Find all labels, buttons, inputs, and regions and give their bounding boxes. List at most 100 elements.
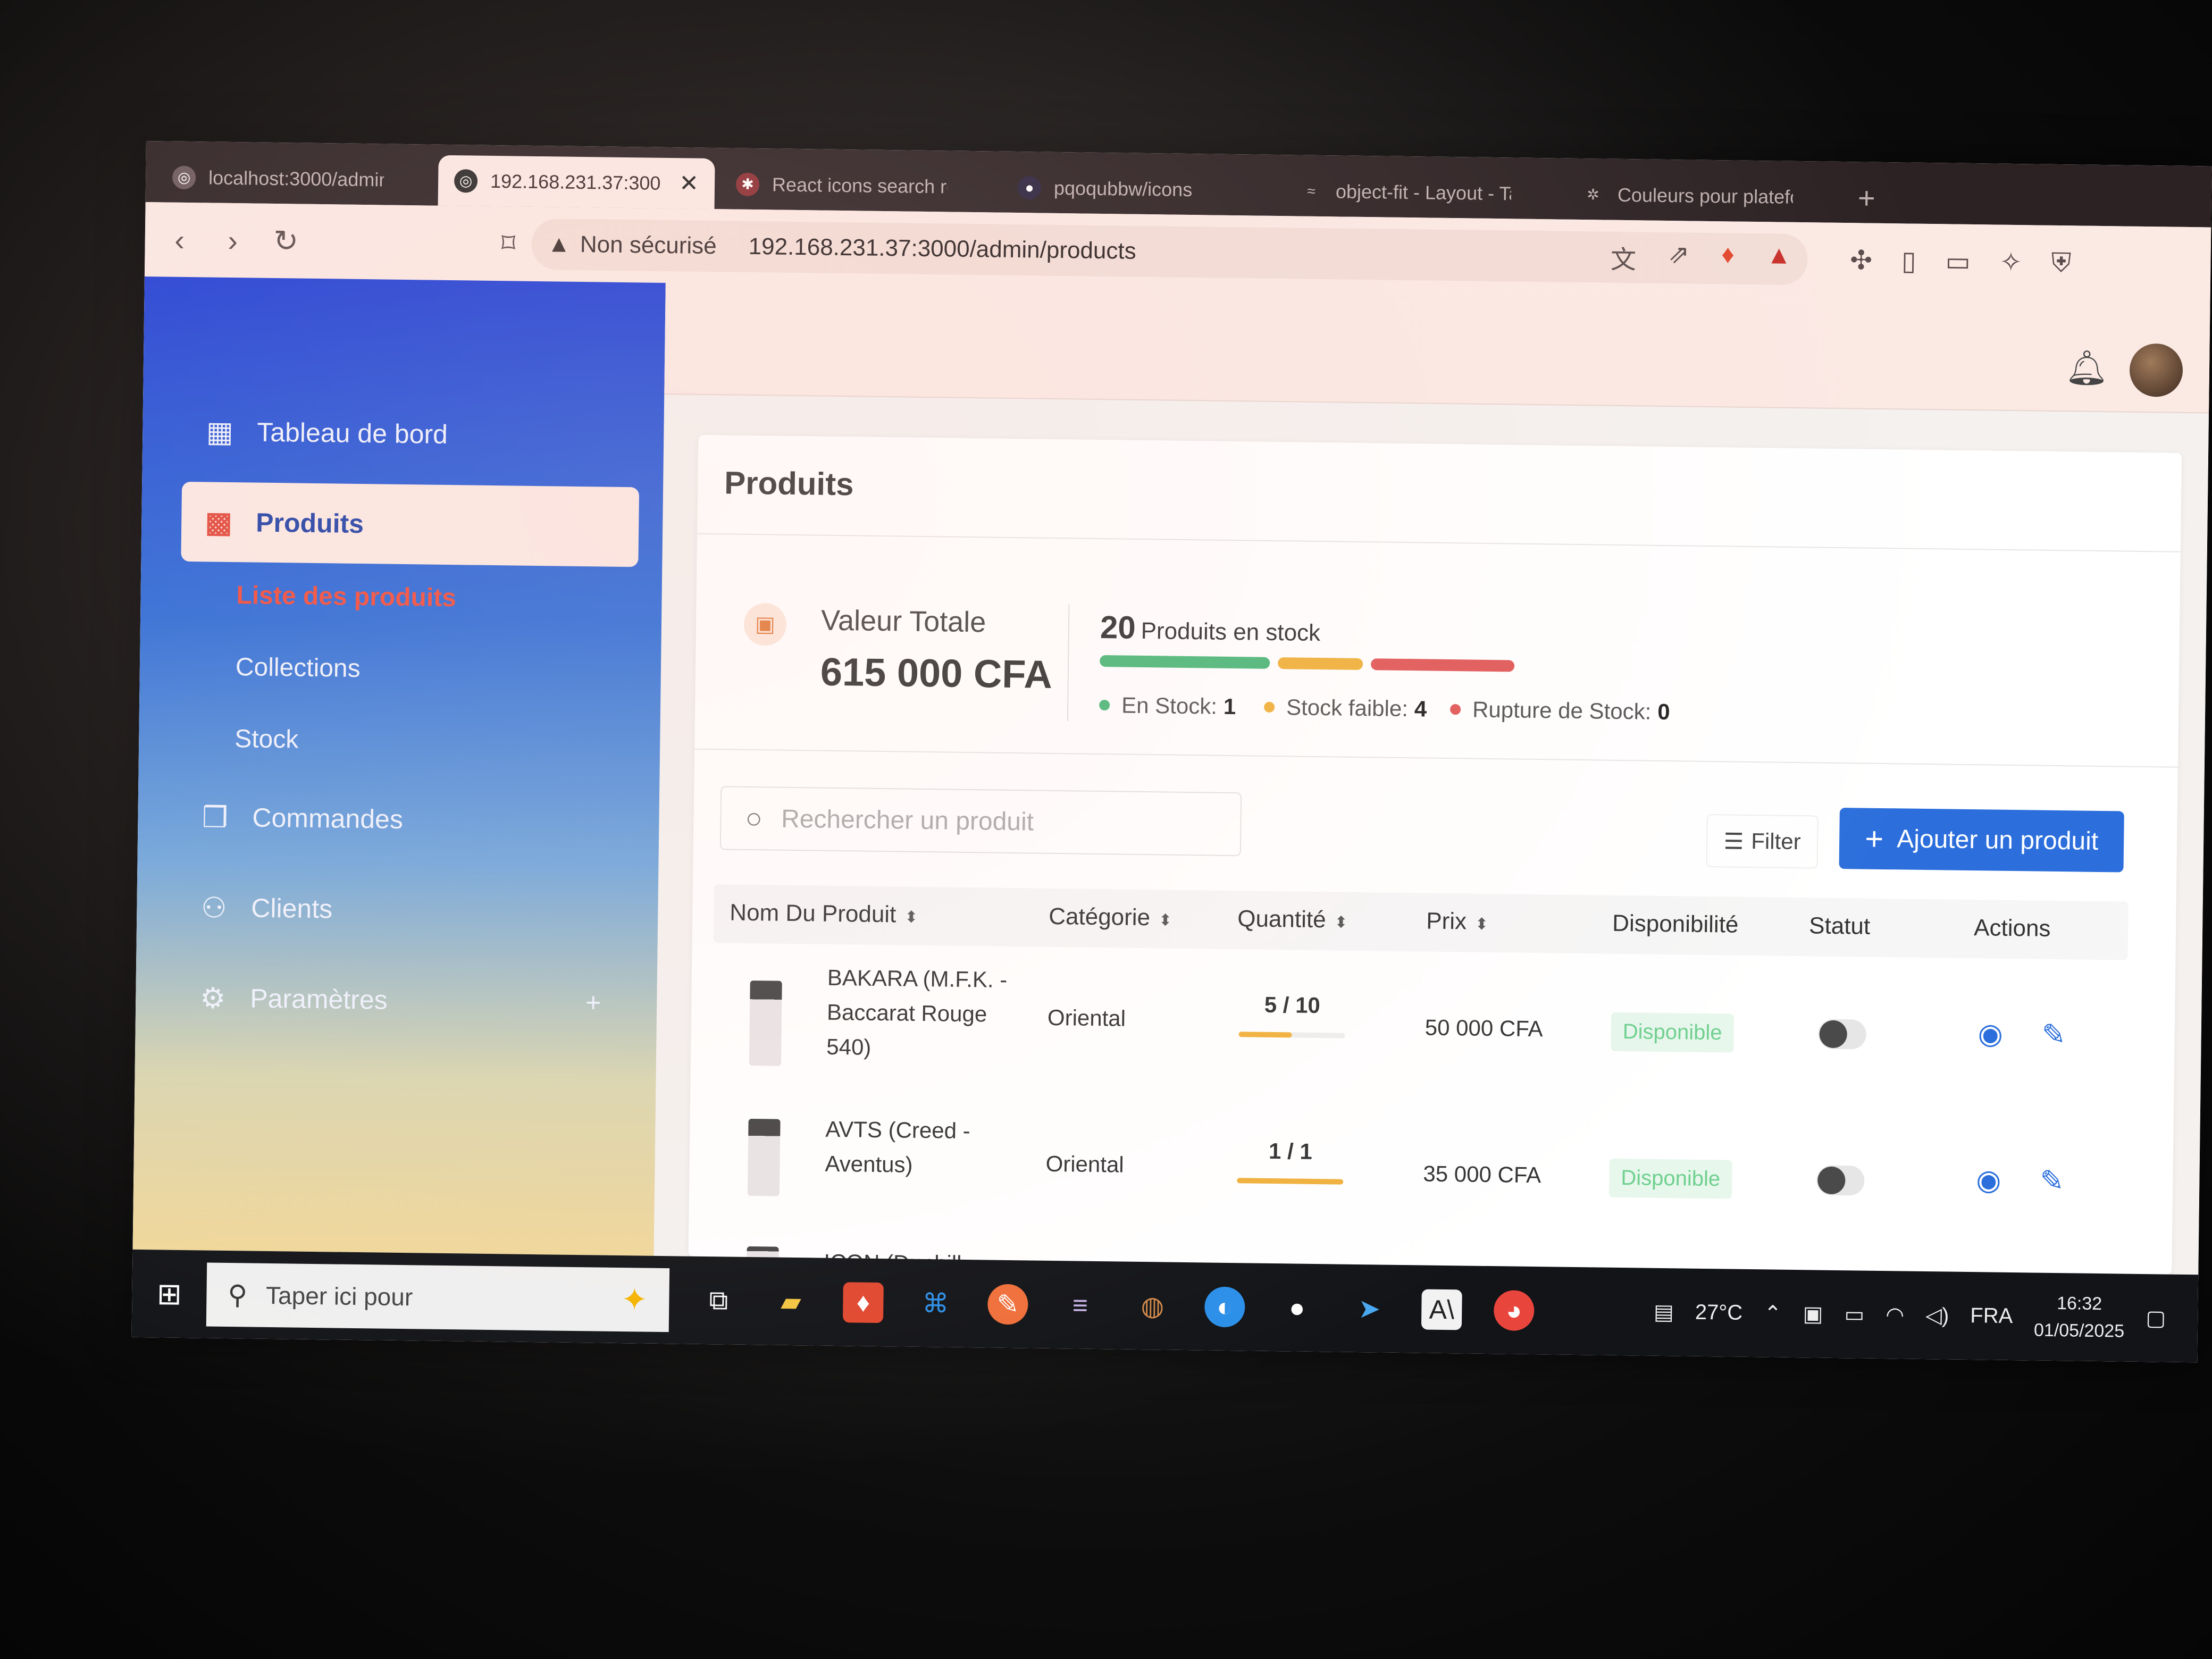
filter-label: Filter [1751, 828, 1801, 854]
add-product-button[interactable]: + Ajouter un produit [1839, 808, 2124, 873]
battery-icon[interactable]: ▭ [1844, 1302, 1864, 1327]
weather-icon[interactable]: ▤ [1654, 1300, 1674, 1324]
close-icon[interactable]: ✕ [679, 170, 699, 197]
avatar[interactable] [2129, 343, 2183, 397]
sidebar-item-settings[interactable]: ⚙ Paramètres + [175, 958, 633, 1043]
tab-label: 192.168.231.37:300 [490, 170, 661, 194]
legend-in-stock: En Stock: 1 [1099, 692, 1236, 719]
postman-icon[interactable]: ✎ [987, 1283, 1028, 1325]
database-icon[interactable]: ◍ [1132, 1285, 1173, 1326]
new-tab-button[interactable]: + [1857, 172, 1875, 223]
clock[interactable]: 16:32 01/05/2025 [2034, 1289, 2125, 1345]
url-text[interactable]: 192.168.231.37:3000/admin/products [748, 233, 1136, 265]
sort-icon[interactable]: ⬍ [1159, 911, 1172, 929]
product-name[interactable]: AVTS (Creed - Aventus) [825, 1112, 970, 1183]
forward-icon[interactable]: › [219, 223, 246, 258]
status-toggle[interactable] [1818, 1019, 1867, 1050]
meet-icon[interactable]: ▣ [1803, 1302, 1823, 1326]
github-desktop-icon[interactable]: ● [1277, 1287, 1318, 1328]
tab-react-icons[interactable]: ✱ React icons search resu [720, 158, 997, 212]
tab-github[interactable]: ● pqoqubbw/icons [1001, 162, 1278, 216]
notifications-icon[interactable]: ▢ [2146, 1306, 2166, 1330]
taskbar-search-input[interactable]: ⚲ Taper ici pour ✦ [206, 1262, 670, 1332]
extensions-icon[interactable]: ✣ [1850, 245, 1873, 276]
stack-app-icon[interactable]: ≡ [1060, 1285, 1101, 1326]
vpn-icon[interactable]: ⛨ [2051, 247, 2071, 278]
column-label: Catégorie [1049, 903, 1151, 931]
tab-tailwind[interactable]: ≈ object-fit - Layout - Ta [1283, 165, 1560, 219]
tab-label: pqoqubbw/icons [1053, 177, 1193, 200]
filter-button[interactable]: ☰ Filter [1706, 814, 1819, 869]
weather-temp[interactable]: 27°C [1695, 1301, 1743, 1325]
tab-localhost[interactable]: ◎ localhost:3000/admin/c [156, 152, 433, 205]
quantity-bar-fill [1238, 1032, 1292, 1038]
leo-icon[interactable]: ✧ [1999, 246, 2023, 278]
edit-icon[interactable]: ✎ [2041, 1018, 2066, 1052]
volume-icon[interactable]: ◁) [1925, 1303, 1949, 1328]
tab-products[interactable]: ◎ 192.168.231.37:300 ✕ [438, 155, 715, 210]
sort-icon[interactable]: ⬍ [1334, 914, 1348, 931]
vscode-icon[interactable]: ⌘ [915, 1283, 956, 1323]
view-icon[interactable]: ◉ [1976, 1163, 2001, 1197]
sort-icon[interactable]: ⬍ [904, 909, 918, 926]
status-toggle[interactable] [1816, 1165, 1865, 1196]
wallet-icon[interactable]: ▭ [1945, 246, 1971, 278]
sidebar-subitem-stock[interactable]: Stock [234, 724, 299, 754]
brave-rewards-icon[interactable]: ▲ [1766, 240, 1791, 278]
view-icon[interactable]: ◉ [1978, 1017, 2003, 1051]
kpi-label: Valeur Totale [820, 604, 986, 639]
legend-dot [1450, 704, 1461, 715]
reload-icon[interactable]: ↻ [272, 223, 299, 259]
claude-icon[interactable]: A\ [1421, 1288, 1462, 1330]
column-header-price[interactable]: Prix ⬍ [1426, 908, 1489, 935]
status-badge: Disponible [1608, 1158, 1732, 1199]
bell-icon[interactable]: 🔔︎ [2065, 348, 2108, 388]
docker-icon[interactable]: ◐ [1204, 1286, 1245, 1327]
sidebar-item-label: Paramètres [249, 983, 388, 1015]
share-icon[interactable]: ⇗ [1668, 239, 1690, 276]
translate-icon[interactable]: 文 [1611, 239, 1637, 276]
edit-icon[interactable]: ✎ [2040, 1164, 2064, 1198]
gear-icon: ⚙ [199, 982, 226, 1015]
column-label: Quantité [1237, 906, 1326, 933]
legend-low-stock: Stock faible: 4 [1264, 694, 1427, 722]
sort-icon[interactable]: ⬍ [1475, 916, 1489, 933]
sidebar-subitem-product-list[interactable]: Liste des produits [236, 581, 456, 613]
back-icon[interactable]: ‹ [166, 222, 193, 257]
column-header-name[interactable]: Nom Du Produit ⬍ [730, 900, 918, 928]
product-name-line: Baccarat Rouge [826, 999, 987, 1027]
bookmark-icon[interactable]: ⌑ [501, 228, 515, 259]
table-row[interactable]: BAKARA (M.F.K. - Baccarat Rouge 540) Ori… [711, 959, 2127, 1114]
arrow-app-icon[interactable]: ➤ [1349, 1288, 1390, 1329]
search-icon: ⚲ [228, 1279, 248, 1310]
product-thumbnail [747, 1118, 781, 1196]
sidebar-subitem-collections[interactable]: Collections [236, 652, 361, 683]
address-bar[interactable]: ▲ Non sécurisé 192.168.231.37:3000/admin… [531, 218, 1808, 286]
task-view-icon[interactable]: ⧉ [698, 1280, 739, 1321]
search-input[interactable]: ○ Rechercher un produit [719, 786, 1242, 857]
language-indicator[interactable]: FRA [1970, 1304, 2013, 1328]
file-explorer-icon[interactable]: ▰ [770, 1281, 811, 1322]
quantity-bar [1237, 1178, 1344, 1185]
sidebar-item-clients[interactable]: ⚇ Clients [176, 867, 634, 952]
chevron-up-icon[interactable]: ⌃ [1764, 1301, 1782, 1326]
sidebar-item-products[interactable]: ▩ Produits [181, 481, 640, 567]
table-row[interactable]: AVTS (Creed - Aventus) Oriental 1 / 1 35… [710, 1105, 2126, 1260]
sidebar-item-dashboard[interactable]: ▦ Tableau de bord [182, 391, 640, 476]
windows-start-icon[interactable]: ⊞ [132, 1276, 207, 1312]
column-header-category[interactable]: Catégorie ⬍ [1049, 903, 1172, 932]
chrome-icon[interactable]: ◕ [1493, 1289, 1535, 1331]
column-label: Nom Du Produit [730, 899, 896, 928]
product-name[interactable]: BAKARA (M.F.K. - Baccarat Rouge 540) [826, 960, 1008, 1066]
sidebar-icon[interactable]: ▯ [1901, 245, 1916, 276]
column-header-quantity[interactable]: Quantité ⬍ [1237, 906, 1348, 934]
wifi-icon[interactable]: ◠ [1886, 1303, 1904, 1327]
brave-shield-icon[interactable]: ♦ [1721, 240, 1735, 277]
toggle-knob [1819, 1020, 1848, 1049]
brave-icon[interactable]: ♦ [842, 1281, 884, 1323]
expand-icon[interactable]: + [585, 987, 601, 1018]
sidebar-item-orders[interactable]: ❒ Commandes [178, 777, 636, 862]
security-label[interactable]: Non sécurisé [580, 231, 717, 259]
tab-chatgpt[interactable]: ✲ Couleurs pour platefor [1565, 169, 1842, 223]
product-name-line: AVTS (Creed - [825, 1116, 970, 1144]
